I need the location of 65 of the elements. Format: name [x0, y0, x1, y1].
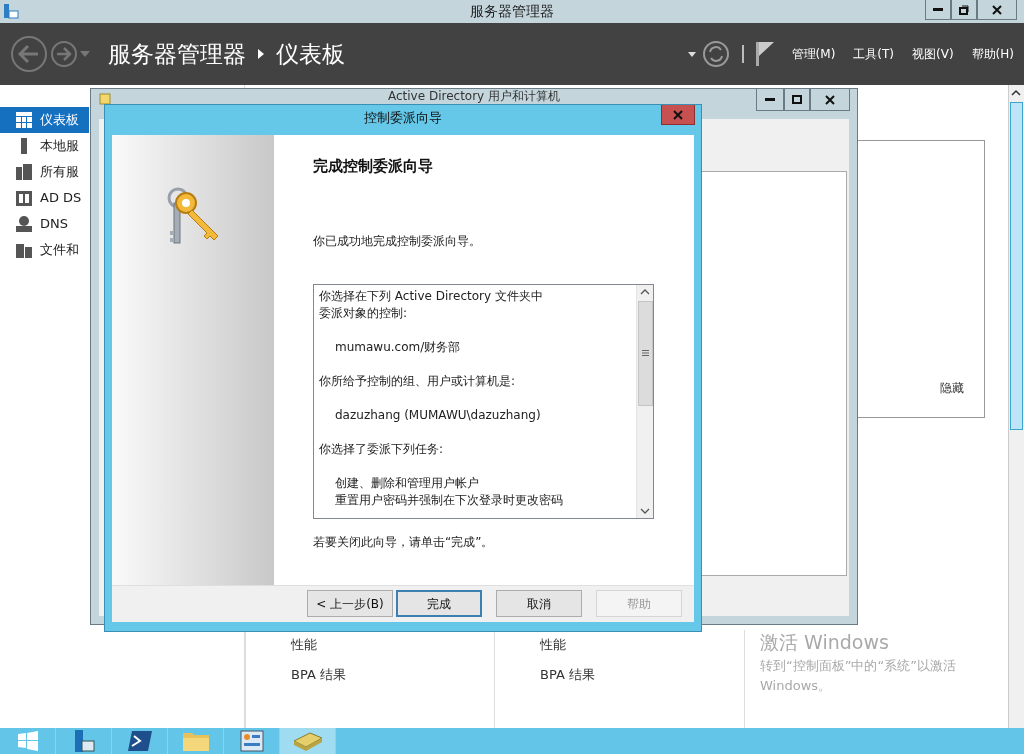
- minimize-button[interactable]: [925, 0, 951, 20]
- hide-link[interactable]: 隐藏: [940, 379, 964, 397]
- minimize-icon: [933, 8, 943, 11]
- breadcrumb-item[interactable]: 服务器管理器: [108, 36, 246, 72]
- menu-item[interactable]: 工具(T): [853, 45, 895, 63]
- wizard-button[interactable]: 取消: [496, 590, 582, 618]
- summary-line: 创建、删除和管理用户帐户: [334, 474, 480, 492]
- grip-icon: [641, 350, 649, 356]
- menu-item[interactable]: 帮助(H): [971, 45, 1014, 63]
- maximize-icon: [792, 95, 802, 104]
- minimize-icon: [765, 98, 775, 101]
- breadcrumb-item[interactable]: 仪表板: [276, 36, 345, 72]
- wizard-button[interactable]: < 上一步(B): [307, 590, 393, 618]
- dialog-title: 控制委派向导: [364, 110, 442, 125]
- dropdown-arrow-icon[interactable]: [687, 51, 696, 57]
- scrollbar[interactable]: [1008, 85, 1024, 728]
- close-icon: [673, 109, 683, 120]
- minimize-button[interactable]: [756, 89, 784, 111]
- sidebar-item[interactable]: 所有服: [0, 159, 89, 185]
- server-manager-icon: [3, 3, 19, 19]
- close-button[interactable]: [977, 0, 1017, 20]
- wizard-button[interactable]: 完成: [396, 590, 482, 618]
- close-icon: [992, 4, 1002, 15]
- servers-icon: [16, 164, 32, 180]
- sidebar-item[interactable]: 本地服: [0, 133, 89, 159]
- sidebar-item[interactable]: AD DS: [0, 185, 89, 211]
- activation-message: 转到“控制面板”中的“系统”以激活 Windows。: [760, 657, 957, 695]
- chevron-icon: [258, 49, 264, 59]
- sidebar-item[interactable]: 仪表板: [0, 107, 89, 133]
- refresh-icon[interactable]: [701, 40, 730, 68]
- summary-line: 你选择在下列 Active Directory 文件夹中: [319, 287, 544, 305]
- flag-icon[interactable]: [755, 42, 774, 66]
- folder-icon: [99, 93, 111, 105]
- window-title: Active Directory 用户和计算机: [387, 89, 561, 103]
- role-icon: [16, 190, 32, 206]
- dashboard-icon: [16, 112, 32, 128]
- restore-icon: [959, 4, 969, 15]
- close-button[interactable]: [810, 89, 850, 111]
- close-button[interactable]: [661, 105, 695, 125]
- restore-button[interactable]: [951, 0, 977, 20]
- files-icon: [16, 242, 32, 258]
- tile-link[interactable]: BPA 结果: [291, 664, 494, 684]
- instruction-text: 若要关闭此向导，请单击“完成”。: [313, 533, 495, 551]
- sidebar-item[interactable]: 文件和: [0, 237, 89, 263]
- intro-text: 你已成功地完成控制委派向导。: [313, 232, 482, 250]
- summary-line: 你所给予控制的组、用户或计算机是:: [319, 372, 517, 390]
- summary-line: 重置用户密码并强制在下次登录时更改密码: [334, 491, 564, 509]
- menu-item[interactable]: 管理(M): [791, 45, 836, 63]
- summary-line: dazuzhang (MUMAWU\dazuzhang): [334, 406, 542, 424]
- maximize-button[interactable]: [784, 89, 810, 111]
- dns-icon: [16, 216, 32, 232]
- menu-item[interactable]: 视图(V): [912, 45, 954, 63]
- activation-title: 激活 Windows: [760, 630, 889, 655]
- tile-link[interactable]: BPA 结果: [540, 664, 744, 684]
- wizard-button: 帮助: [596, 590, 682, 618]
- wizard-heading: 完成控制委派向导: [313, 156, 434, 177]
- summary-line: 委派对象的控制:: [319, 304, 409, 322]
- tile-link[interactable]: 性能: [291, 635, 494, 655]
- sidebar-item[interactable]: DNS: [0, 211, 89, 237]
- window-title: 服务器管理器: [470, 3, 554, 19]
- close-icon: [825, 94, 835, 105]
- summary-line: 你选择了委派下列任务:: [319, 440, 445, 458]
- scrollbar[interactable]: [636, 284, 653, 518]
- summary-line: mumawu.com/财务部: [334, 338, 462, 356]
- tile-link[interactable]: 性能: [540, 635, 744, 655]
